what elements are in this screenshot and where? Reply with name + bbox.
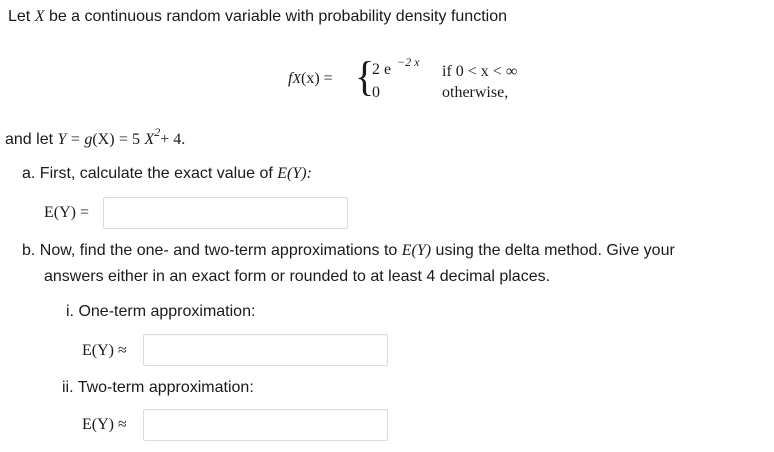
- sub-i-answer-label: E(Y) ≈: [82, 342, 127, 359]
- sub-ii-label: ii. Two-term approximation:: [62, 379, 254, 396]
- sub-ii-answer-input[interactable]: [143, 409, 388, 441]
- transform-lead: and let: [5, 131, 54, 148]
- pdf-lhs: fX(x) =: [288, 70, 333, 88]
- intro-var-x: X: [34, 8, 45, 25]
- pdf-case1-value: 2 e: [372, 61, 391, 79]
- sub-ii-answer-label: E(Y) ≈: [82, 416, 127, 433]
- part-b-line1: b. Now, find the one- and two-term appro…: [22, 242, 675, 260]
- pdf-case1-exponent: −2 x: [397, 55, 420, 69]
- part-b-line2: answers either in an exact form or round…: [44, 268, 551, 285]
- pdf-case2-condition: otherwise,: [442, 84, 509, 101]
- part-a-text: a. First, calculate the exact value of: [22, 165, 273, 182]
- transform-line: and let Y = g(X) = 5 X2+ 4.: [5, 125, 186, 149]
- intro-line: Let X be a continuous random variable wi…: [8, 8, 507, 26]
- sub-i-label: i. One-term approximation:: [66, 303, 256, 320]
- pdf-case2-value: 0: [372, 84, 380, 101]
- part-a-prompt: a. First, calculate the exact value of E…: [22, 165, 312, 183]
- part-a-answer-label: E(Y) =: [44, 204, 90, 221]
- part-b-expr: E(Y): [401, 242, 432, 259]
- part-a-expr: E(Y):: [277, 165, 312, 182]
- part-b-tail: using the delta method. Give your: [435, 242, 675, 259]
- part-a-answer-input[interactable]: [103, 197, 348, 229]
- transform-tail: + 4.: [160, 131, 186, 148]
- part-b-text: b. Now, find the one- and two-term appro…: [22, 242, 398, 259]
- intro-lead: Let: [8, 8, 31, 25]
- transform-x: X: [144, 131, 155, 148]
- pdf-case1-coef: 2 e: [372, 61, 392, 78]
- pdf-subscript-x: X: [292, 72, 302, 87]
- intro-rest: be a continuous random variable with pro…: [48, 8, 507, 25]
- transform-y: Y: [57, 131, 67, 148]
- sub-i-answer-input[interactable]: [143, 334, 388, 366]
- transform-eq1: =: [70, 131, 80, 148]
- transform-exponent: 2: [154, 125, 161, 139]
- pdf-case1-condition: if 0 < x < ∞: [442, 63, 518, 80]
- pdf-equals: =: [323, 70, 333, 87]
- pdf-paren: (x): [301, 70, 320, 87]
- transform-eq2: = 5: [119, 131, 141, 148]
- transform-arg: (X): [92, 131, 115, 148]
